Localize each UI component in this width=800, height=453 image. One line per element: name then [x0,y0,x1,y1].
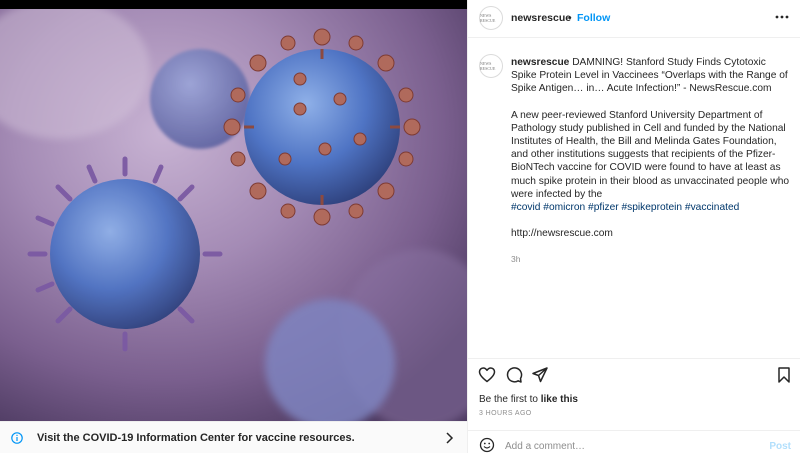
caption-username[interactable]: newsrescue [511,57,569,68]
caption-paragraph: A new peer-reviewed Stanford University … [511,109,790,200]
post-media-panel: Visit the COVID-19 Information Center fo… [0,0,467,453]
caption-link: http://newsrescue.com [511,228,613,240]
caption-avatar[interactable]: NEWS RESCUE [479,54,503,78]
caption-time[interactable]: 3h [511,253,791,266]
front-virus [223,28,421,226]
comment-bar: Post [468,430,800,453]
more-horizontal-icon[interactable] [773,10,791,24]
covid-banner-text: Visit the COVID-19 Information Center fo… [37,431,355,444]
avatar[interactable]: NEWS RESCUE [479,6,503,30]
action-bar [468,358,800,388]
heart-icon[interactable] [478,366,496,384]
media-top-bar [0,0,467,9]
separator-dot: • [568,12,572,24]
hashtag-link[interactable]: #spikeprotein [621,202,682,213]
avatar-logo-text: NEWS RESCUE [480,13,496,23]
hashtag-link[interactable]: #omicron [543,202,585,213]
follow-button[interactable]: Follow [577,12,610,24]
avatar-logo-text: NEWS RESCUE [480,61,496,71]
left-virus [27,156,223,352]
post-side-panel: NEWS RESCUE newsrescue • Follow NEWS RES… [467,0,800,453]
post-header: NEWS RESCUE newsrescue • Follow [468,0,800,38]
likes-prefix: Be the first to [479,394,538,405]
comment-input[interactable] [505,441,745,452]
caption-body: newsrescue DAMNING! Stanford Study Finds… [511,56,791,267]
hashtag-link[interactable]: #covid [511,202,540,213]
share-icon[interactable] [531,366,549,384]
emoji-icon[interactable] [479,437,495,453]
hashtag-link[interactable]: #vaccinated [685,202,739,213]
info-icon [11,431,23,444]
covid-info-banner[interactable]: Visit the COVID-19 Information Center fo… [0,421,467,453]
chevron-right-icon[interactable] [444,431,454,445]
hashtag-link[interactable]: #pfizer [588,202,619,213]
post-caption: NEWS RESCUE newsrescue DAMNING! Stanford… [468,38,800,358]
post-comment-button[interactable]: Post [769,441,791,452]
post-image[interactable] [0,9,467,421]
header-username[interactable]: newsrescue [511,12,571,24]
post-timestamp[interactable]: 3 HOURS AGO [479,410,532,417]
likes-summary: Be the first to like this [479,394,578,405]
bookmark-icon[interactable] [775,366,793,384]
like-this-link[interactable]: like this [541,394,578,405]
comment-icon[interactable] [505,366,523,384]
coronavirus-illustration [0,9,467,421]
hashtag-list: #covid #omicron #pfizer #spikeprotein #v… [511,202,739,213]
